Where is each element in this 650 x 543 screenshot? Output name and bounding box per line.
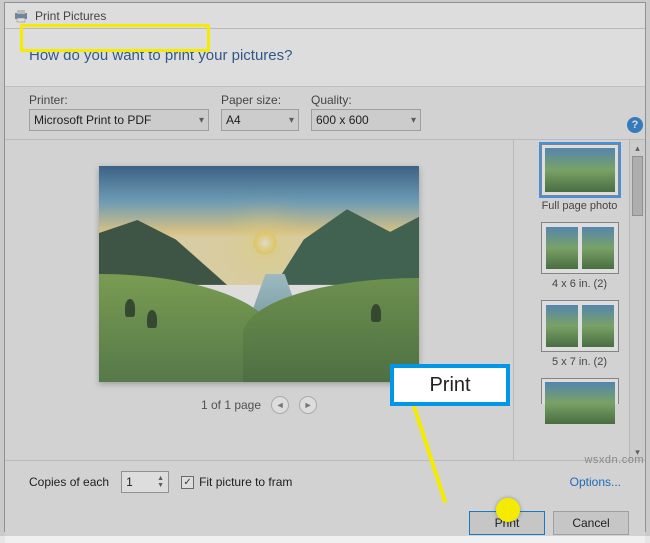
quality-dropdown[interactable]: 600 x 600 ▾ — [311, 109, 421, 131]
dialog-header: How do you want to print your pictures? — [5, 29, 645, 87]
pager: 1 of 1 page ◄ ► — [201, 396, 317, 414]
quality-value: 600 x 600 — [316, 113, 369, 127]
layout-option-5x7[interactable]: 5 x 7 in. (2) — [516, 300, 643, 368]
print-pictures-dialog: Print Pictures How do you want to print … — [4, 2, 646, 532]
copies-value: 1 — [126, 475, 133, 489]
copies-label: Copies of each — [29, 475, 109, 489]
paper-size-label: Paper size: — [221, 93, 299, 107]
copies-spinner[interactable]: 1 ▲▼ — [121, 471, 169, 493]
preview-pane: 1 of 1 page ◄ ► — [5, 140, 513, 460]
main-area: 1 of 1 page ◄ ► Full page photo 4 x 6 in… — [5, 139, 645, 461]
layout-list: Full page photo 4 x 6 in. (2) 5 x 7 in. … — [513, 140, 645, 460]
paper-size-dropdown[interactable]: A4 ▾ — [221, 109, 299, 131]
layout-scrollbar[interactable]: ▴ ▾ — [629, 140, 645, 460]
layout-option-4x6[interactable]: 4 x 6 in. (2) — [516, 222, 643, 290]
paper-size-value: A4 — [226, 113, 241, 127]
fit-picture-checkbox[interactable]: ✓ Fit picture to fram — [181, 475, 292, 489]
preview-image — [99, 166, 419, 382]
spinner-arrows-icon[interactable]: ▲▼ — [157, 475, 164, 489]
layout-option-partial[interactable] — [516, 378, 643, 404]
quality-label: Quality: — [311, 93, 421, 107]
fit-picture-label: Fit picture to fram — [199, 475, 292, 489]
printer-dropdown[interactable]: Microsoft Print to PDF ▾ — [29, 109, 209, 131]
printer-label: Printer: — [29, 93, 209, 107]
cancel-button[interactable]: Cancel — [553, 511, 629, 535]
page-preview — [99, 166, 419, 382]
annotation-pointer-dot — [496, 498, 520, 522]
printer-icon — [13, 8, 29, 24]
checkbox-icon: ✓ — [181, 476, 194, 489]
header-question: How do you want to print your pictures? — [29, 47, 621, 64]
options-row: Copies of each 1 ▲▼ ✓ Fit picture to fra… — [5, 461, 645, 503]
layout-option-full-page[interactable]: Full page photo — [516, 144, 643, 212]
titlebar: Print Pictures — [5, 3, 645, 29]
help-icon[interactable]: ? — [627, 117, 643, 133]
chevron-down-icon: ▾ — [411, 115, 416, 126]
pager-next-button[interactable]: ► — [299, 396, 317, 414]
layout-label: 4 x 6 in. (2) — [516, 278, 643, 290]
printer-value: Microsoft Print to PDF — [34, 113, 151, 127]
scroll-up-icon[interactable]: ▴ — [630, 140, 645, 156]
layout-label: 5 x 7 in. (2) — [516, 356, 643, 368]
pager-text: 1 of 1 page — [201, 398, 261, 412]
window-title: Print Pictures — [35, 9, 106, 23]
layout-label: Full page photo — [516, 200, 643, 212]
annotation-print-callout: Print — [390, 364, 510, 406]
dialog-footer: Print Cancel — [5, 503, 645, 543]
chevron-down-icon: ▾ — [199, 115, 204, 126]
print-controls: Printer: Microsoft Print to PDF ▾ Paper … — [5, 87, 645, 139]
options-link[interactable]: Options... — [570, 475, 621, 489]
pager-prev-button[interactable]: ◄ — [271, 396, 289, 414]
scroll-thumb[interactable] — [632, 156, 643, 216]
chevron-down-icon: ▾ — [289, 115, 294, 126]
watermark: wsxdn.com — [584, 454, 644, 466]
